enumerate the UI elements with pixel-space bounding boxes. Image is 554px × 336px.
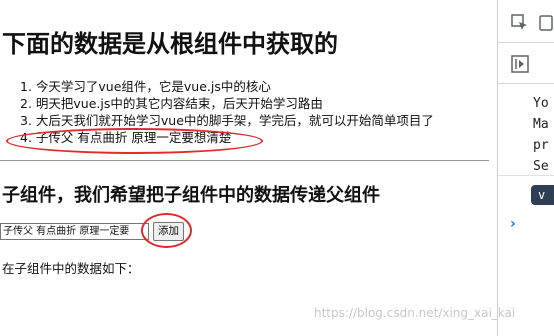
- divider: [498, 175, 554, 176]
- list-item: 2. 明天把vue.js中的其它内容结束，后天开始学习路由: [20, 96, 323, 111]
- annotation-ellipse: [6, 128, 263, 154]
- console-toolbar: [498, 43, 554, 84]
- divider: [0, 160, 489, 161]
- console-prompt-icon[interactable]: ›: [510, 216, 516, 232]
- console-line: pr: [533, 138, 549, 153]
- annotation-ellipse: [141, 213, 192, 248]
- sidebar-toggle-icon[interactable]: [511, 55, 529, 73]
- console-line: Se: [533, 159, 549, 174]
- child-data-label: 在子组件中的数据如下：: [2, 261, 140, 276]
- todo-input[interactable]: 子传父 有点曲折 原理一定要: [0, 223, 149, 240]
- device-toggle-icon[interactable]: [538, 14, 554, 32]
- console-output: Yo Ma pr Se: [533, 93, 549, 177]
- console-badge: v: [531, 185, 554, 205]
- list-item: 3. 大后天我们就开始学习vue中的脚手架，学完后，就可以开始简单项目了: [20, 113, 434, 128]
- list-item: 1. 今天学习了vue组件，它是vue.js中的核心: [20, 79, 271, 94]
- inspect-element-icon[interactable]: [511, 14, 529, 32]
- watermark: https://blog.csdn.net/xing_xai_kai: [314, 306, 516, 320]
- page-content: 下面的数据是从根组件中获取的 1. 今天学习了vue组件，它是vue.js中的核…: [0, 0, 497, 336]
- devtools-panel: Yo Ma pr Se v: [497, 0, 554, 336]
- page-title: 下面的数据是从根组件中获取的: [2, 30, 338, 58]
- console-line: Ma: [533, 117, 549, 132]
- devtools-toolbar: [498, 0, 554, 43]
- child-component-heading: 子组件，我们希望把子组件中的数据传递父组件: [2, 185, 380, 206]
- console-line: Yo: [533, 96, 549, 111]
